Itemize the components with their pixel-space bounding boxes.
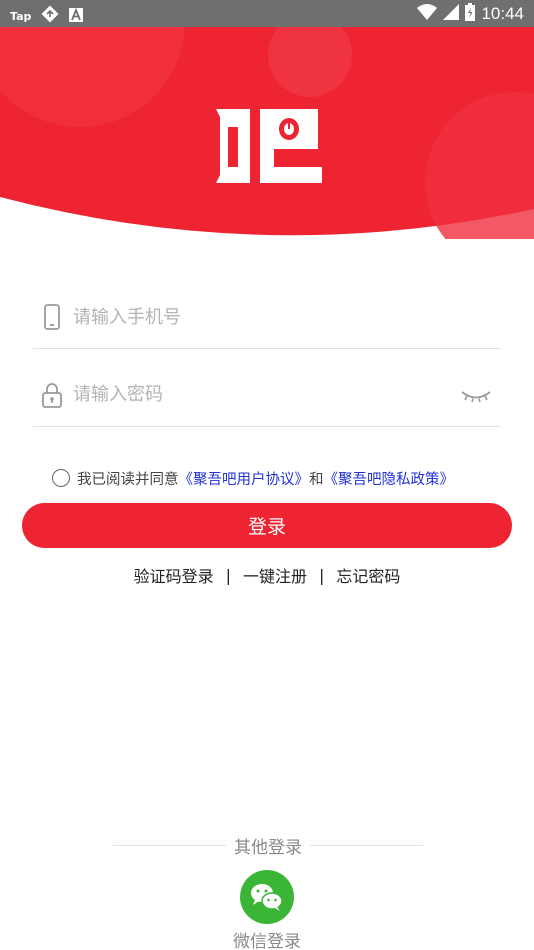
phone-icon [44, 304, 60, 330]
sync-icon [41, 5, 59, 27]
header-banner [0, 27, 534, 239]
auth-links: 验证码登录 | 一键注册 | 忘记密码 [0, 563, 534, 587]
eye-closed-icon[interactable] [459, 387, 493, 405]
wechat-login-button[interactable] [240, 870, 294, 924]
agreement-prefix: 我已阅读并同意 [77, 471, 179, 488]
password-input[interactable] [73, 379, 453, 409]
wifi-icon [417, 4, 438, 24]
login-button[interactable]: 登录 [22, 503, 512, 548]
link-separator: | [319, 565, 325, 585]
clock: 10:44 [481, 4, 524, 23]
signal-icon [443, 4, 460, 24]
status-bar: Tap 10:44 [0, 0, 534, 27]
wechat-login-label[interactable]: 微信登录 [0, 927, 534, 950]
other-login-title: 其他登录 [234, 837, 302, 858]
privacy-policy-link[interactable]: 《聚吾吧隐私政策》 [324, 468, 455, 489]
battery-icon [465, 3, 476, 25]
phone-input[interactable] [73, 302, 453, 332]
link-separator: | [225, 565, 231, 585]
agreement-checkbox[interactable] [52, 469, 70, 487]
a-notification-icon [69, 7, 84, 26]
agreement-and: 和 [309, 471, 324, 488]
status-left: Tap [10, 5, 84, 27]
phone-field [33, 271, 501, 349]
divider-line [310, 844, 423, 846]
forgot-password-link[interactable]: 忘记密码 [336, 563, 400, 587]
lock-icon [42, 383, 62, 408]
other-login-divider: 其他登录 [113, 833, 423, 858]
tap-app-icon: Tap [10, 9, 32, 23]
password-field [33, 349, 501, 427]
sms-login-link[interactable]: 验证码登录 [134, 563, 214, 587]
agreement-row: 我已阅读并同意 《聚吾吧用户协议》 和 《聚吾吧隐私政策》 [52, 467, 454, 489]
user-agreement-link[interactable]: 《聚吾吧用户协议》 [179, 468, 310, 489]
quick-register-link[interactable]: 一键注册 [243, 563, 307, 587]
app-logo [216, 109, 322, 183]
divider-line [113, 844, 226, 846]
wechat-icon [251, 884, 283, 911]
status-right: 10:44 [417, 3, 524, 25]
